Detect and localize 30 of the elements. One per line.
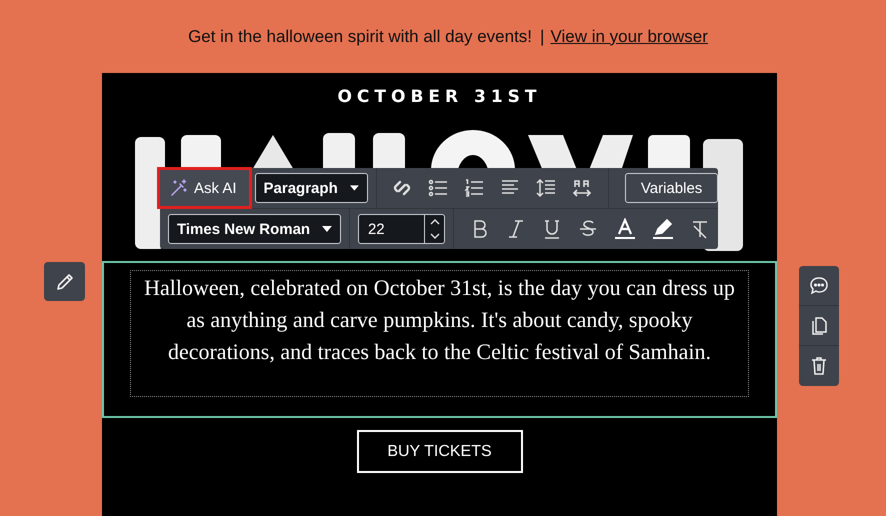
browser-link[interactable]: View in your browser	[550, 26, 708, 46]
text-color-icon[interactable]	[614, 218, 636, 240]
speech-bubble-icon	[809, 276, 829, 296]
clear-formatting-icon[interactable]	[690, 219, 710, 239]
line-height-icon[interactable]	[536, 178, 556, 198]
variables-button[interactable]: Variables	[625, 173, 718, 203]
preheader-text: Get in the halloween spirit with all day events!	[188, 26, 532, 46]
unlink-icon[interactable]	[392, 178, 412, 198]
ask-ai-button[interactable]: Ask AI	[157, 167, 252, 209]
buy-tickets-button[interactable]: BUY TICKETS	[356, 430, 522, 473]
pencil-icon	[54, 272, 74, 292]
caret-icon	[322, 226, 332, 232]
underline-icon[interactable]	[542, 219, 562, 239]
italic-icon[interactable]	[506, 219, 526, 239]
paragraph-text: Halloween, celebrated on October 31st, is the day you can dress up as anything and carve pumpkins. It's about candy, spooky decorations, and traces back to the Celtic festival of Samhain.	[130, 270, 749, 397]
block-format-dropdown[interactable]: Paragraph	[254, 173, 368, 203]
numbered-list-icon[interactable]	[464, 178, 484, 198]
date-heading: OCTOBER 31ST	[336, 87, 543, 109]
bulleted-list-icon[interactable]	[428, 178, 448, 198]
separator: |	[540, 26, 544, 46]
text-direction-icon[interactable]	[572, 178, 592, 198]
font-family-dropdown[interactable]: Times New Roman	[168, 214, 341, 244]
edit-button[interactable]	[44, 262, 85, 301]
strikethrough-icon[interactable]	[578, 219, 598, 239]
caret-icon	[350, 185, 359, 191]
font-size-field[interactable]: 22	[358, 214, 446, 244]
trash-icon	[809, 356, 829, 376]
text-block[interactable]: Halloween, celebrated on October 31st, is the day you can dress up as anything and carve pumpkins. It's about candy, spooky decorations, and traces back to the Celtic festival of Samhain.	[102, 261, 777, 418]
magic-wand-icon	[170, 179, 188, 197]
highlighter-icon[interactable]	[652, 218, 674, 240]
